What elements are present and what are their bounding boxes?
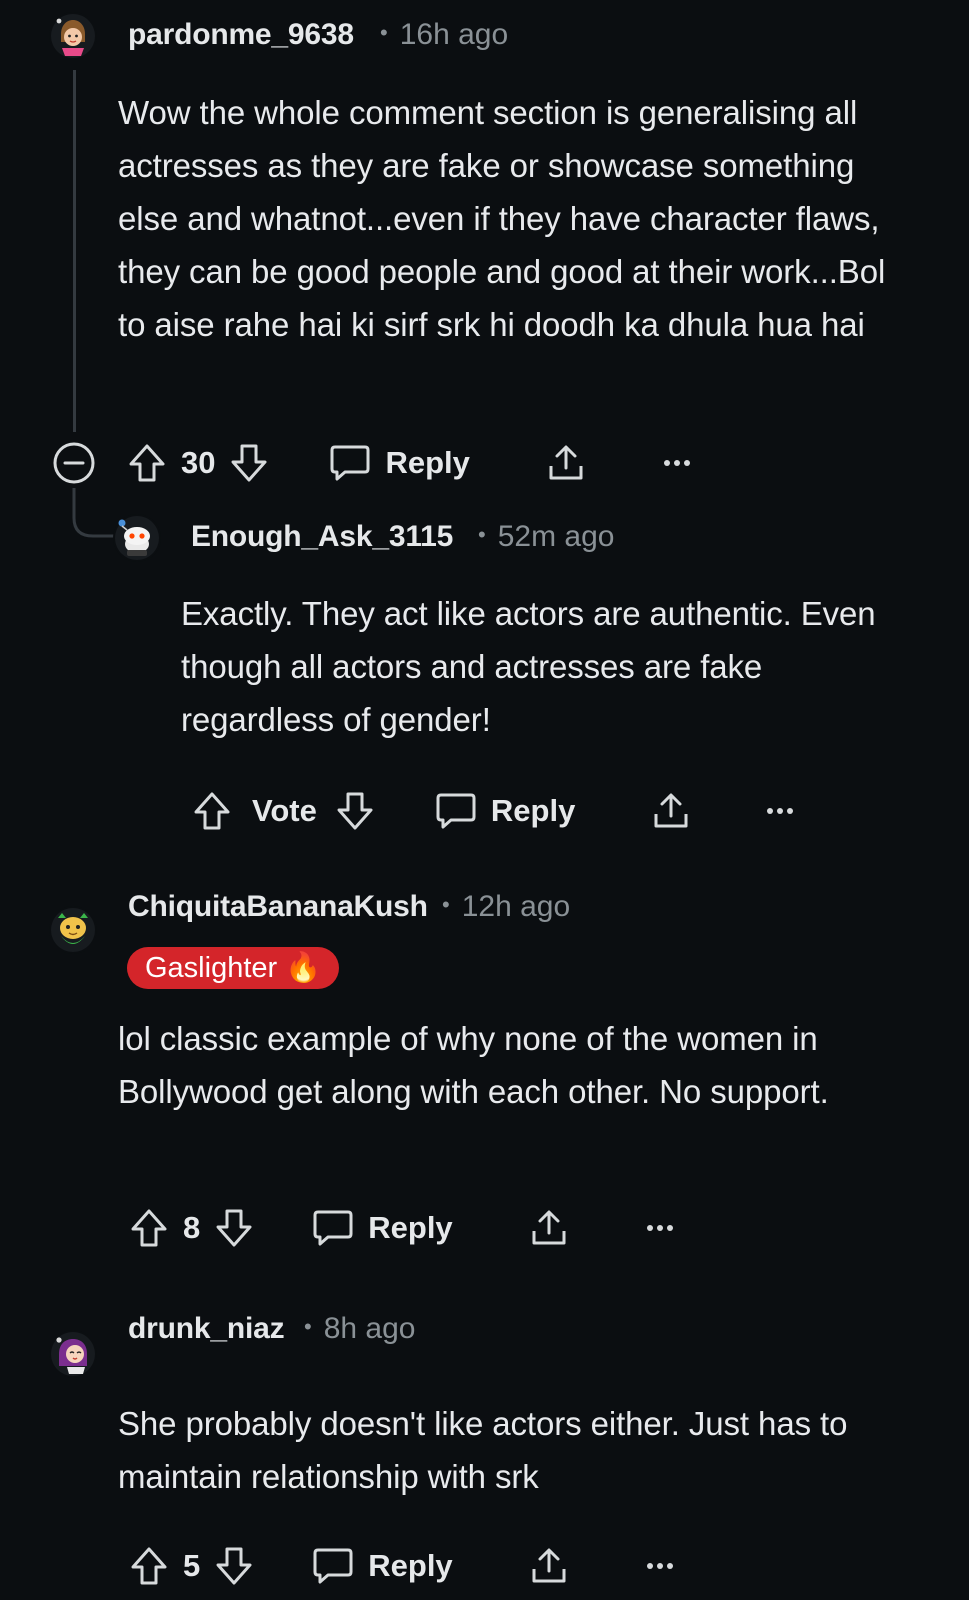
avatar-icon (51, 14, 95, 58)
comment-body: Wow the whole comment section is general… (118, 94, 886, 343)
more-icon[interactable] (645, 1223, 675, 1233)
downvote-icon[interactable] (214, 1545, 254, 1587)
reply-label: Reply (368, 1210, 453, 1245)
vote-count: 30 (181, 445, 216, 480)
separator-dot: • (442, 892, 450, 917)
downvote-icon[interactable] (335, 790, 375, 832)
timestamp: • 12h ago (442, 890, 570, 924)
avatar-icon (51, 908, 95, 952)
separator-dot: • (478, 522, 486, 547)
timestamp: • 52m ago (478, 520, 614, 554)
username[interactable]: Enough_Ask_3115 (191, 520, 453, 554)
vote-count: 5 (183, 1548, 201, 1583)
avatar[interactable] (113, 514, 161, 562)
collapse-icon[interactable] (51, 441, 97, 485)
comment-body: lol classic example of why none of the w… (118, 1020, 829, 1110)
vote-label: Vote (252, 793, 317, 828)
reply-button[interactable]: Reply (312, 1546, 453, 1586)
reply-label: Reply (385, 445, 470, 480)
avatar[interactable] (49, 12, 97, 60)
timestamp: • 16h ago (380, 18, 508, 52)
avatar[interactable] (49, 906, 97, 954)
reply-label: Reply (368, 1548, 453, 1583)
separator-dot: • (380, 20, 388, 45)
upvote-icon[interactable] (192, 790, 232, 832)
upvote-icon[interactable] (127, 442, 167, 484)
username[interactable]: drunk_niaz (128, 1312, 285, 1346)
comment-actions: Vote Reply (192, 786, 795, 836)
share-icon[interactable] (529, 1207, 569, 1249)
reply-button[interactable]: Reply (435, 791, 575, 831)
timestamp-text: 52m ago (497, 520, 615, 553)
avatar-icon (51, 1332, 95, 1376)
separator-dot: • (304, 1314, 312, 1339)
share-icon[interactable] (546, 442, 586, 484)
more-icon[interactable] (765, 806, 795, 816)
vote-count: 8 (183, 1210, 201, 1245)
reply-button[interactable]: Reply (312, 1208, 453, 1248)
comment-body: Exactly. They act like actors are authen… (181, 595, 876, 738)
timestamp-text: 16h ago (399, 18, 509, 51)
comment-icon (313, 1210, 353, 1246)
comment-icon (313, 1548, 353, 1584)
avatar-icon (115, 516, 159, 560)
timestamp: • 8h ago (304, 1312, 415, 1346)
reply-label: Reply (490, 793, 576, 828)
share-icon[interactable] (529, 1545, 569, 1587)
comment-actions: 5 Reply (129, 1541, 675, 1591)
username[interactable]: pardonme_9638 (128, 18, 354, 52)
upvote-icon[interactable] (129, 1207, 169, 1249)
upvote-icon[interactable] (129, 1545, 169, 1587)
more-icon[interactable] (662, 458, 692, 468)
comment-actions: 8 Reply (129, 1203, 675, 1253)
comment-icon (330, 445, 370, 481)
avatar[interactable] (49, 1330, 97, 1378)
share-icon[interactable] (651, 790, 691, 832)
downvote-icon[interactable] (229, 442, 269, 484)
comment-icon (436, 793, 476, 829)
comment-actions: 30 Reply (51, 438, 692, 488)
timestamp-text: 8h ago (323, 1312, 416, 1345)
comment-body: She probably doesn't like actors either.… (118, 1405, 848, 1495)
reply-button[interactable]: Reply (329, 443, 470, 483)
user-flair: Gaslighter 🔥 (127, 947, 340, 989)
downvote-icon[interactable] (214, 1207, 254, 1249)
timestamp-text: 12h ago (461, 890, 571, 923)
more-icon[interactable] (645, 1561, 675, 1571)
username[interactable]: ChiquitaBananaKush (128, 890, 428, 924)
thread-line (73, 70, 76, 432)
